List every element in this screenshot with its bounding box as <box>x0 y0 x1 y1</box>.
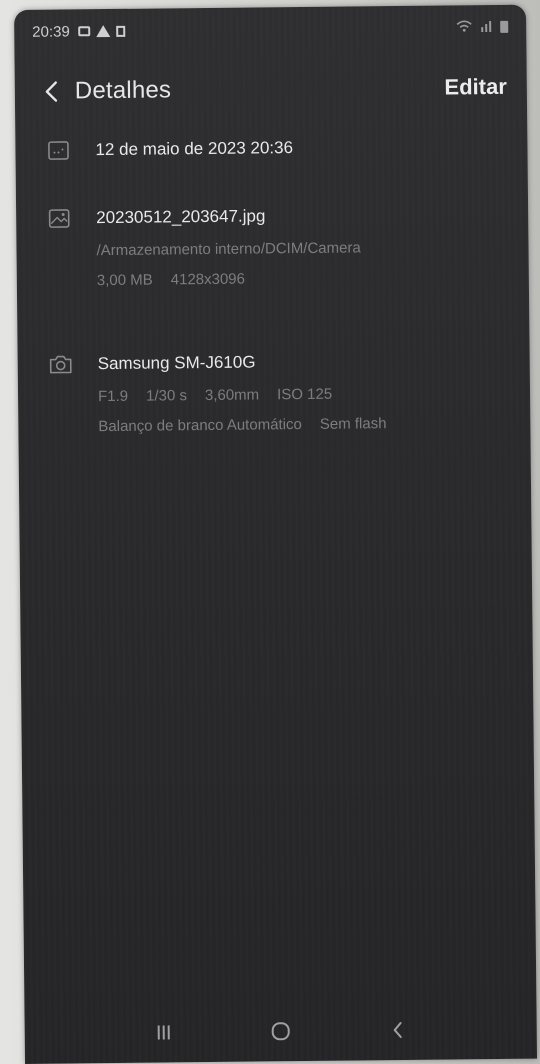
date-row: 12 de maio de 2023 20:36 <box>45 133 507 168</box>
home-button[interactable] <box>260 1011 300 1051</box>
file-size: 3,00 MB <box>96 271 153 290</box>
recents-icon <box>157 1025 170 1040</box>
iso-value: ISO 125 <box>277 385 333 404</box>
system-icons <box>456 19 509 35</box>
file-name: 20230512_203647.jpg <box>96 206 266 228</box>
file-meta-line: 3,00 MB 4128x3096 <box>97 267 509 291</box>
notification-icons <box>77 24 125 38</box>
exposure-time: 1/30 s <box>145 387 188 405</box>
wifi-icon <box>456 19 472 35</box>
gallery-notification-icon <box>77 26 90 37</box>
warning-icon <box>95 24 110 38</box>
camera-icon <box>48 351 74 377</box>
date-taken: 12 de maio de 2023 20:36 <box>95 138 294 160</box>
white-balance: Balanço de branco Automático <box>98 416 302 436</box>
navigation-bar <box>24 999 537 1064</box>
flash-status: Sem flash <box>319 415 387 433</box>
chevron-left-icon <box>45 81 58 102</box>
image-icon <box>46 205 72 231</box>
status-time: 20:39 <box>32 22 70 41</box>
date-text-group: 12 de maio de 2023 20:36 <box>95 133 507 163</box>
signal-icon <box>480 19 492 34</box>
file-resolution: 4128x3096 <box>170 270 246 289</box>
aperture: F1.9 <box>97 387 129 406</box>
battery-icon <box>500 20 509 33</box>
edit-button[interactable]: Editar <box>444 74 507 101</box>
recents-button[interactable] <box>143 1012 183 1052</box>
file-path-line: /Armazenamento interno/DCIM/Camera <box>96 237 508 261</box>
camera-row: Samsung SM-J610G F1.9 1/30 s 3,60mm ISO … <box>48 347 511 462</box>
camera-text-group: Samsung SM-J610G F1.9 1/30 s 3,60mm ISO … <box>98 347 511 437</box>
status-bar: 20:39 <box>14 5 526 54</box>
focal-length: 3,60mm <box>204 386 260 405</box>
phone-screen: 20:39 Detalhes Editar 12 de maio de 2023… <box>14 4 538 1064</box>
nav-back-button[interactable] <box>378 1010 418 1050</box>
back-icon <box>394 1022 403 1039</box>
file-text-group: 20230512_203647.jpg /Armazenamento inter… <box>96 201 509 291</box>
camera-settings-line: F1.9 1/30 s 3,60mm ISO 125 <box>98 383 510 407</box>
file-path: /Armazenamento interno/DCIM/Camera <box>96 239 361 260</box>
calendar-icon <box>45 137 71 163</box>
camera-extra-line: Balanço de branco Automático Sem flash <box>98 413 510 437</box>
app-bar: Detalhes Editar <box>15 59 528 120</box>
back-button[interactable] <box>35 74 69 108</box>
home-icon <box>271 1022 290 1041</box>
page-title: Detalhes <box>74 76 172 105</box>
sd-card-icon <box>115 25 125 37</box>
file-row: 20230512_203647.jpg /Armazenamento inter… <box>46 201 509 316</box>
camera-model: Samsung SM-J610G <box>97 352 256 374</box>
